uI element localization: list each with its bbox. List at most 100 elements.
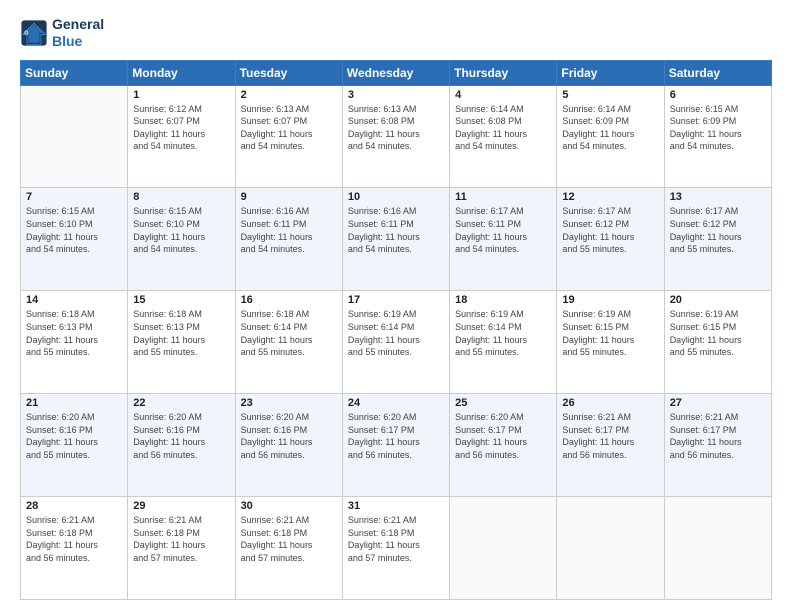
calendar-cell: 13 Sunrise: 6:17 AM Sunset: 6:12 PM Dayli… [664,188,771,291]
day-number: 5 [562,89,658,101]
calendar-cell [557,497,664,600]
calendar-cell [450,497,557,600]
calendar-week-1: 1 Sunrise: 6:12 AM Sunset: 6:07 PM Daylig… [21,85,772,188]
calendar-cell: 26 Sunrise: 6:21 AM Sunset: 6:17 PM Dayli… [557,394,664,497]
logo: G General Blue [20,16,104,50]
day-info: Sunrise: 6:21 AM Sunset: 6:17 PM Dayligh… [562,411,658,461]
calendar-cell: 24 Sunrise: 6:20 AM Sunset: 6:17 PM Dayli… [342,394,449,497]
calendar-cell: 5 Sunrise: 6:14 AM Sunset: 6:09 PM Daylig… [557,85,664,188]
day-info: Sunrise: 6:18 AM Sunset: 6:14 PM Dayligh… [241,308,337,358]
day-number: 17 [348,294,444,306]
day-info: Sunrise: 6:20 AM Sunset: 6:16 PM Dayligh… [133,411,229,461]
calendar-header-saturday: Saturday [664,60,771,85]
day-info: Sunrise: 6:18 AM Sunset: 6:13 PM Dayligh… [133,308,229,358]
day-info: Sunrise: 6:21 AM Sunset: 6:18 PM Dayligh… [133,514,229,564]
calendar-cell: 4 Sunrise: 6:14 AM Sunset: 6:08 PM Daylig… [450,85,557,188]
calendar-cell: 9 Sunrise: 6:16 AM Sunset: 6:11 PM Daylig… [235,188,342,291]
day-info: Sunrise: 6:20 AM Sunset: 6:17 PM Dayligh… [348,411,444,461]
calendar-header-row: SundayMondayTuesdayWednesdayThursdayFrid… [21,60,772,85]
calendar-cell: 28 Sunrise: 6:21 AM Sunset: 6:18 PM Dayli… [21,497,128,600]
day-info: Sunrise: 6:16 AM Sunset: 6:11 PM Dayligh… [348,205,444,255]
day-info: Sunrise: 6:19 AM Sunset: 6:15 PM Dayligh… [670,308,766,358]
logo-text: General Blue [52,16,104,50]
calendar-cell: 8Sunrise: 6:15 AM Sunset: 6:10 PM Daylig… [128,188,235,291]
calendar-cell: 30 Sunrise: 6:21 AM Sunset: 6:18 PM Dayli… [235,497,342,600]
calendar-cell: 7 Sunrise: 6:15 AM Sunset: 6:10 PM Daylig… [21,188,128,291]
calendar-cell: 18 Sunrise: 6:19 AM Sunset: 6:14 PM Dayli… [450,291,557,394]
calendar-week-2: 7 Sunrise: 6:15 AM Sunset: 6:10 PM Daylig… [21,188,772,291]
calendar-cell: 31 Sunrise: 6:21 AM Sunset: 6:18 PM Dayli… [342,497,449,600]
day-info: Sunrise: 6:20 AM Sunset: 6:16 PM Dayligh… [241,411,337,461]
day-number: 9 [241,191,337,203]
calendar-cell: 17Sunrise: 6:19 AM Sunset: 6:14 PM Dayli… [342,291,449,394]
calendar-header-friday: Friday [557,60,664,85]
day-info: Sunrise: 6:17 AM Sunset: 6:12 PM Dayligh… [562,205,658,255]
header: G General Blue [20,16,772,50]
day-number: 18 [455,294,551,306]
calendar-header-wednesday: Wednesday [342,60,449,85]
day-number: 1 [133,89,229,101]
day-info: Sunrise: 6:19 AM Sunset: 6:15 PM Dayligh… [562,308,658,358]
day-info: Sunrise: 6:17 AM Sunset: 6:11 PM Dayligh… [455,205,551,255]
day-info: Sunrise: 6:16 AM Sunset: 6:11 PM Dayligh… [241,205,337,255]
day-number: 15 [133,294,229,306]
day-info: Sunrise: 6:18 AM Sunset: 6:13 PM Dayligh… [26,308,122,358]
day-number: 19 [562,294,658,306]
calendar-cell: 2Sunrise: 6:13 AM Sunset: 6:07 PM Daylig… [235,85,342,188]
day-number: 7 [26,191,122,203]
calendar-cell: 14 Sunrise: 6:18 AM Sunset: 6:13 PM Dayli… [21,291,128,394]
day-info: Sunrise: 6:15 AM Sunset: 6:10 PM Dayligh… [26,205,122,255]
day-number: 22 [133,397,229,409]
day-number: 8 [133,191,229,203]
day-number: 2 [241,89,337,101]
day-number: 14 [26,294,122,306]
day-info: Sunrise: 6:14 AM Sunset: 6:08 PM Dayligh… [455,103,551,153]
calendar-cell: 20 Sunrise: 6:19 AM Sunset: 6:15 PM Dayli… [664,291,771,394]
day-info: Sunrise: 6:21 AM Sunset: 6:17 PM Dayligh… [670,411,766,461]
calendar-cell: 12 Sunrise: 6:17 AM Sunset: 6:12 PM Dayli… [557,188,664,291]
day-info: Sunrise: 6:21 AM Sunset: 6:18 PM Dayligh… [348,514,444,564]
calendar-cell [664,497,771,600]
day-number: 13 [670,191,766,203]
day-number: 12 [562,191,658,203]
calendar-week-4: 21 Sunrise: 6:20 AM Sunset: 6:16 PM Dayli… [21,394,772,497]
logo-icon: G [20,19,48,47]
day-info: Sunrise: 6:12 AM Sunset: 6:07 PM Dayligh… [133,103,229,153]
calendar-cell: 23 Sunrise: 6:20 AM Sunset: 6:16 PM Dayli… [235,394,342,497]
day-number: 21 [26,397,122,409]
calendar-cell: 16Sunrise: 6:18 AM Sunset: 6:14 PM Dayli… [235,291,342,394]
day-info: Sunrise: 6:14 AM Sunset: 6:09 PM Dayligh… [562,103,658,153]
calendar-cell: 6Sunrise: 6:15 AM Sunset: 6:09 PM Daylig… [664,85,771,188]
svg-text:G: G [24,30,28,36]
day-number: 29 [133,500,229,512]
calendar-cell: 19 Sunrise: 6:19 AM Sunset: 6:15 PM Dayli… [557,291,664,394]
calendar-cell: 1 Sunrise: 6:12 AM Sunset: 6:07 PM Daylig… [128,85,235,188]
calendar-header-sunday: Sunday [21,60,128,85]
day-number: 10 [348,191,444,203]
calendar-cell [21,85,128,188]
calendar-header-tuesday: Tuesday [235,60,342,85]
day-number: 30 [241,500,337,512]
day-number: 25 [455,397,551,409]
day-number: 28 [26,500,122,512]
day-info: Sunrise: 6:21 AM Sunset: 6:18 PM Dayligh… [26,514,122,564]
calendar-header-thursday: Thursday [450,60,557,85]
day-info: Sunrise: 6:17 AM Sunset: 6:12 PM Dayligh… [670,205,766,255]
day-number: 23 [241,397,337,409]
day-number: 31 [348,500,444,512]
day-number: 6 [670,89,766,101]
day-info: Sunrise: 6:21 AM Sunset: 6:18 PM Dayligh… [241,514,337,564]
day-number: 4 [455,89,551,101]
day-number: 26 [562,397,658,409]
day-info: Sunrise: 6:13 AM Sunset: 6:08 PM Dayligh… [348,103,444,153]
calendar-cell: 25Sunrise: 6:20 AM Sunset: 6:17 PM Dayli… [450,394,557,497]
day-info: Sunrise: 6:19 AM Sunset: 6:14 PM Dayligh… [455,308,551,358]
calendar-table: SundayMondayTuesdayWednesdayThursdayFrid… [20,60,772,600]
day-number: 3 [348,89,444,101]
calendar-cell: 21Sunrise: 6:20 AM Sunset: 6:16 PM Dayli… [21,394,128,497]
calendar-week-5: 28 Sunrise: 6:21 AM Sunset: 6:18 PM Dayli… [21,497,772,600]
calendar-cell: 22 Sunrise: 6:20 AM Sunset: 6:16 PM Dayli… [128,394,235,497]
day-number: 24 [348,397,444,409]
calendar-week-3: 14 Sunrise: 6:18 AM Sunset: 6:13 PM Dayli… [21,291,772,394]
day-number: 20 [670,294,766,306]
